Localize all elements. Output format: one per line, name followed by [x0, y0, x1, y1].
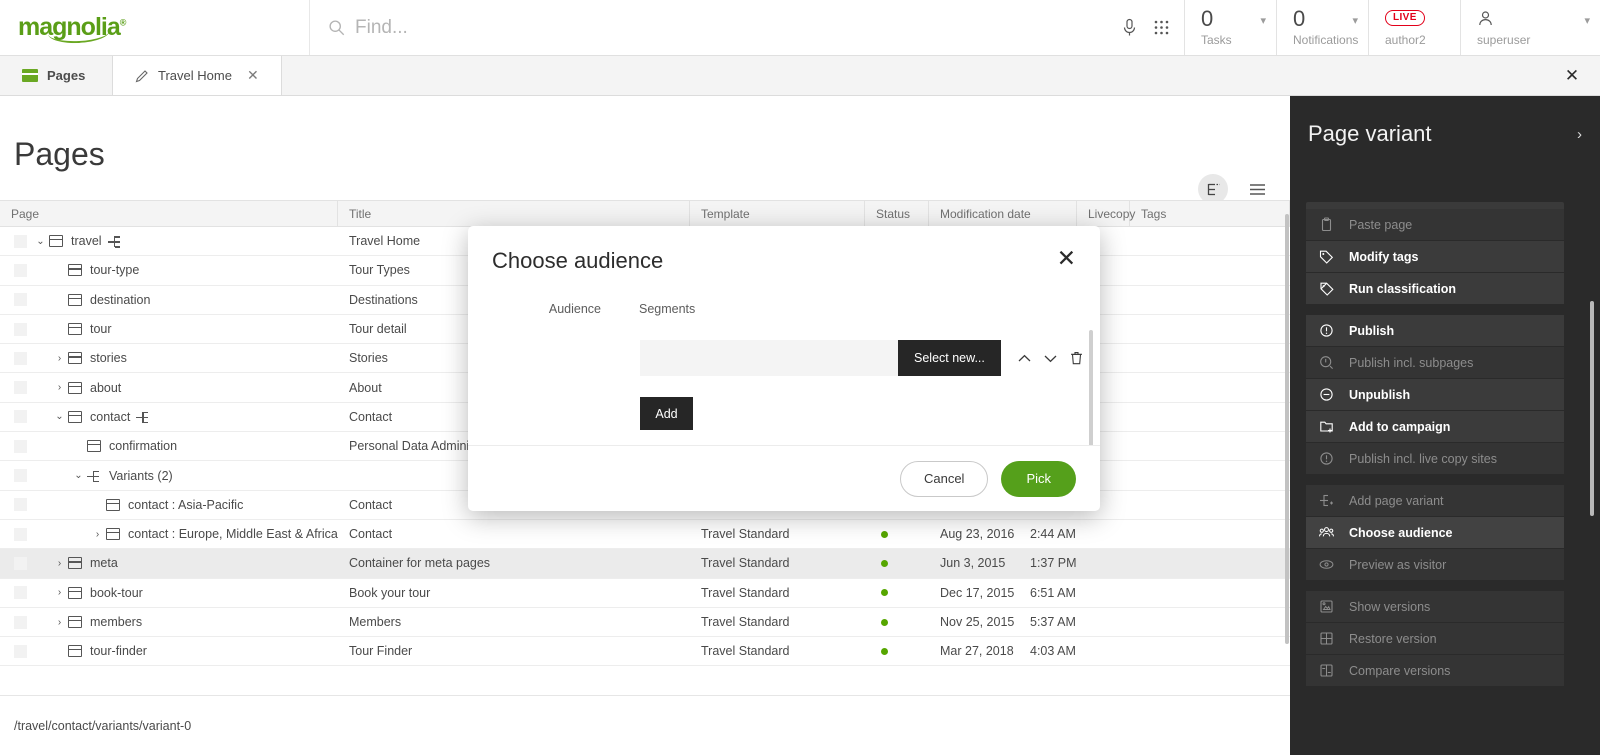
- dialog-title: Choose audience: [492, 248, 663, 274]
- segment-input[interactable]: [640, 340, 898, 376]
- pick-button[interactable]: Pick: [1001, 461, 1076, 497]
- segment-row-controls: [1018, 351, 1083, 365]
- segments-label: Segments: [601, 302, 695, 316]
- choose-audience-dialog: Choose audience ✕ Audience Segments Sele…: [468, 226, 1100, 511]
- modal-backdrop: Choose audience ✕ Audience Segments Sele…: [0, 0, 1600, 755]
- dialog-body: Audience Segments Select new...: [468, 274, 1100, 445]
- chevron-up-icon[interactable]: [1018, 354, 1031, 363]
- audience-label: Audience: [468, 302, 601, 316]
- add-button[interactable]: Add: [640, 397, 693, 430]
- segment-row: Select new...: [468, 340, 1100, 376]
- dialog-scrollbar[interactable]: [1089, 330, 1093, 445]
- chevron-down-icon[interactable]: [1044, 354, 1057, 363]
- dialog-header: Choose audience ✕: [468, 226, 1100, 274]
- cancel-button[interactable]: Cancel: [900, 461, 988, 497]
- trash-icon[interactable]: [1070, 351, 1083, 365]
- close-icon[interactable]: ✕: [1057, 248, 1076, 274]
- dialog-footer: Cancel Pick: [468, 445, 1100, 511]
- select-new-button[interactable]: Select new...: [898, 340, 1001, 376]
- field-labels-row: Audience Segments: [468, 302, 1100, 316]
